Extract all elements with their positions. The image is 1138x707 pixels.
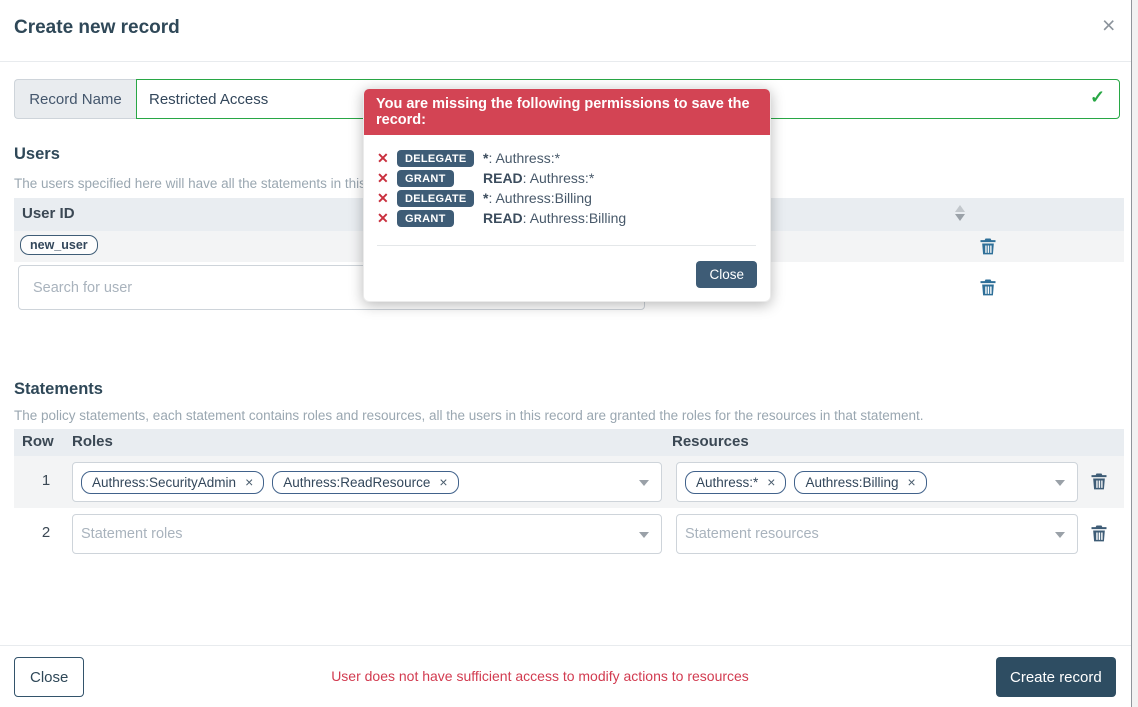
permission-row: ✕ DELEGATE *: Authress:* <box>377 148 756 168</box>
chevron-down-icon[interactable] <box>639 532 649 538</box>
trash-icon <box>978 236 998 256</box>
role-tag-label: Authress:SecurityAdmin <box>92 475 236 490</box>
permission-action: READ <box>483 170 523 186</box>
chevron-down-icon[interactable] <box>1055 532 1065 538</box>
statement-row: 1 Authress:SecurityAdmin × Authress:ReadR… <box>14 456 1124 508</box>
permission-badge: GRANT <box>397 170 454 187</box>
red-x-icon: ✕ <box>377 210 393 227</box>
permission-badge: DELEGATE <box>397 190 474 207</box>
red-x-icon: ✕ <box>377 190 393 207</box>
statements-description: The policy statements, each statement co… <box>14 408 923 423</box>
column-header-resources: Resources <box>672 433 749 450</box>
user-search-placeholder: Search for user <box>33 280 132 296</box>
role-tag-label: Authress:ReadResource <box>283 475 430 490</box>
row-number: 2 <box>22 524 70 541</box>
missing-permissions-popover: You are missing the following permission… <box>363 88 771 302</box>
statement-row: 2 Statement roles Statement resources <box>14 508 1124 560</box>
permission-badge-wrap: GRANT <box>397 169 473 188</box>
column-header-roles: Roles <box>72 433 113 450</box>
permission-target: Authress:Billing <box>530 210 627 226</box>
permission-badge-wrap: DELEGATE <box>397 189 473 208</box>
chevron-down-icon[interactable] <box>1055 480 1065 486</box>
popover-close-button[interactable]: Close <box>696 261 757 288</box>
remove-tag-icon[interactable]: × <box>245 475 253 489</box>
permission-row: ✕ DELEGATE *: Authress:Billing <box>377 188 756 208</box>
statements-table-header: Row Roles Resources <box>14 429 1124 456</box>
delete-statement-button[interactable] <box>1089 471 1109 491</box>
delete-statement-button[interactable] <box>1089 523 1109 543</box>
chevron-down-icon[interactable] <box>639 480 649 486</box>
permission-separator: : <box>523 170 530 186</box>
permission-badge: GRANT <box>397 210 454 227</box>
column-header-row: Row <box>22 433 54 450</box>
permission-action: READ <box>483 210 523 226</box>
row-number: 1 <box>22 472 70 489</box>
roles-multiselect[interactable]: Authress:SecurityAdmin × Authress:ReadRes… <box>72 462 662 502</box>
permission-text: READ: Authress:Billing <box>483 210 626 226</box>
delete-user-button[interactable] <box>978 236 998 256</box>
page-title: Create new record <box>14 17 180 39</box>
resource-tag-label: Authress:Billing <box>805 475 898 490</box>
permission-row: ✕ GRANT READ: Authress:Billing <box>377 208 756 228</box>
roles-placeholder: Statement roles <box>81 526 183 542</box>
users-heading: Users <box>14 145 60 164</box>
resources-placeholder: Statement resources <box>685 526 819 542</box>
roles-multiselect[interactable]: Statement roles <box>72 514 662 554</box>
popover-footer: Close <box>364 246 770 301</box>
role-tag: Authress:ReadResource × <box>272 471 458 494</box>
permission-badge-wrap: DELEGATE <box>397 149 473 168</box>
popover-title: You are missing the following permission… <box>364 89 770 135</box>
resource-tag: Authress:* × <box>685 471 786 494</box>
remove-tag-icon[interactable]: × <box>908 475 916 489</box>
trash-icon <box>1089 523 1109 543</box>
permission-text: *: Authress:Billing <box>483 190 592 206</box>
sort-down-arrow-icon <box>955 214 965 221</box>
modal-header: Create new record × <box>0 0 1131 62</box>
statements-heading: Statements <box>14 380 103 399</box>
red-x-icon: ✕ <box>377 170 393 187</box>
red-x-icon: ✕ <box>377 150 393 167</box>
user-id-column-header[interactable]: User ID <box>22 205 75 222</box>
remove-tag-icon[interactable]: × <box>439 475 447 489</box>
resources-multiselect[interactable]: Statement resources <box>676 514 1078 554</box>
footer-error-message: User does not have sufficient access to … <box>0 668 1080 684</box>
permission-badge-wrap: GRANT <box>397 209 473 228</box>
trash-icon <box>978 277 998 297</box>
permission-separator: : <box>523 210 530 226</box>
permission-target: Authress:* <box>530 170 595 186</box>
close-icon[interactable]: × <box>1102 14 1115 37</box>
sort-icon[interactable] <box>955 205 967 223</box>
backdrop-sliver <box>1132 0 1138 707</box>
modal-footer: Close User does not have sufficient acce… <box>0 645 1131 707</box>
permission-text: *: Authress:* <box>483 150 560 166</box>
delete-user-row-button[interactable] <box>978 277 998 297</box>
valid-check-icon: ✓ <box>1090 87 1105 108</box>
create-record-button[interactable]: Create record <box>996 657 1116 697</box>
sort-up-arrow-icon <box>955 205 965 212</box>
remove-tag-icon[interactable]: × <box>767 475 775 489</box>
resource-tag: Authress:Billing × <box>794 471 926 494</box>
permission-target: Authress:Billing <box>495 190 592 206</box>
record-name-label: Record Name <box>14 79 136 119</box>
user-id-tag: new_user <box>20 235 98 255</box>
resources-multiselect[interactable]: Authress:* × Authress:Billing × <box>676 462 1078 502</box>
permission-target: Authress:* <box>495 150 560 166</box>
role-tag: Authress:SecurityAdmin × <box>81 471 264 494</box>
resource-tag-label: Authress:* <box>696 475 758 490</box>
popover-body: ✕ DELEGATE *: Authress:* ✕ GRANT READ: A… <box>364 135 770 246</box>
trash-icon <box>1089 471 1109 491</box>
permission-text: READ: Authress:* <box>483 170 594 186</box>
permission-badge: DELEGATE <box>397 150 474 167</box>
permission-row: ✕ GRANT READ: Authress:* <box>377 168 756 188</box>
